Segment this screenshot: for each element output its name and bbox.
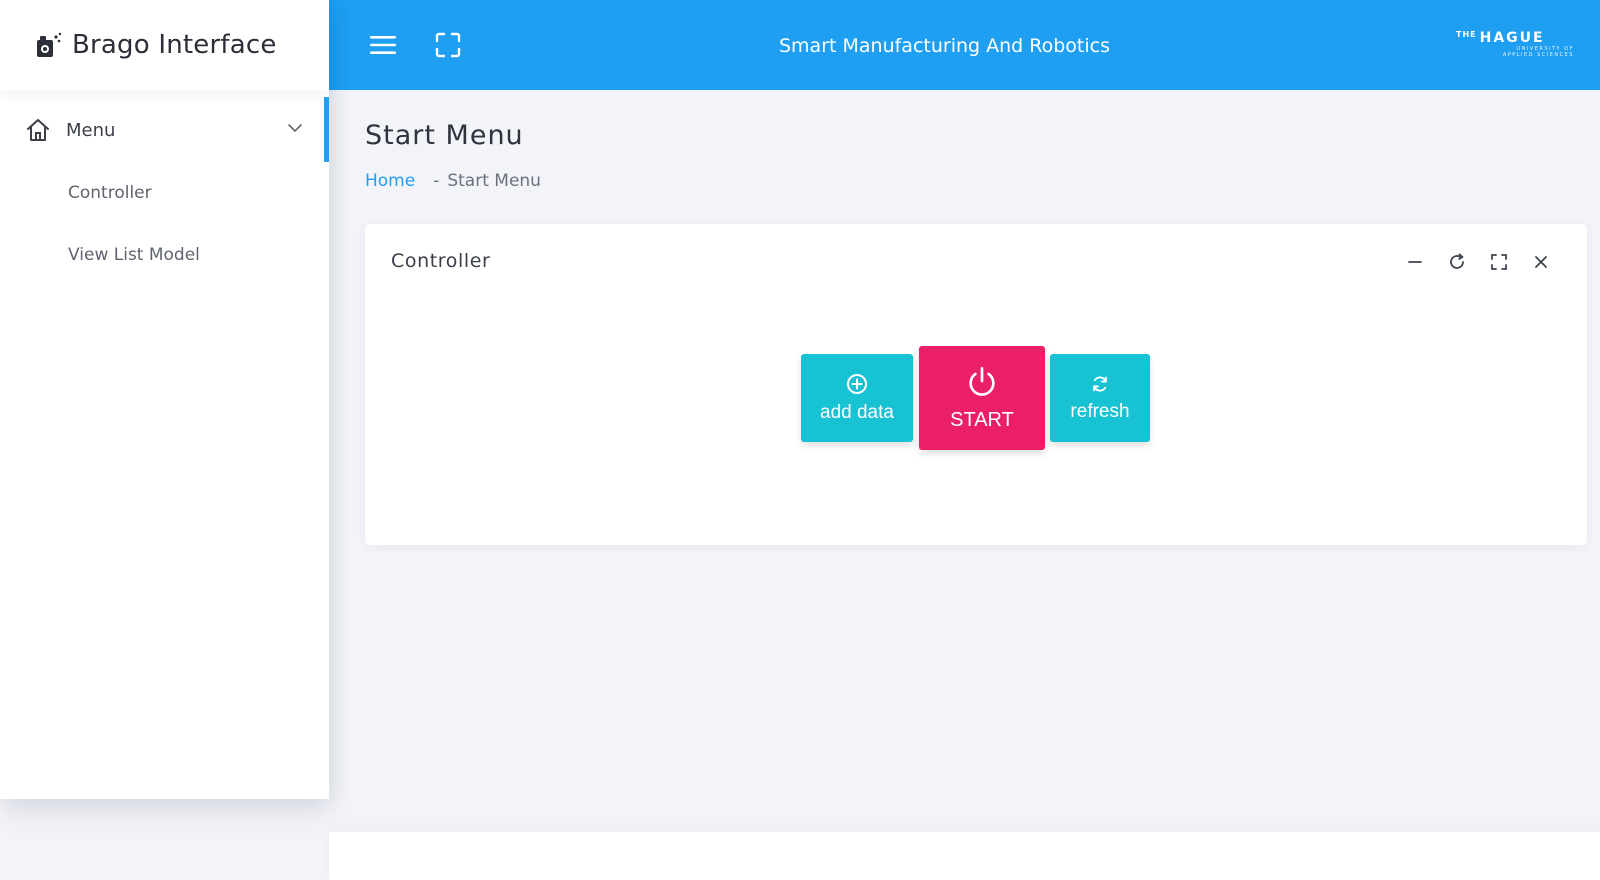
camera-sparkle-icon (37, 32, 62, 57)
controller-card: Controller add data START refresh (365, 224, 1587, 545)
add-data-label: add data (820, 402, 894, 423)
breadcrumb-separator: - (433, 171, 440, 191)
card-title: Controller (391, 250, 491, 272)
menu-icon[interactable] (369, 33, 397, 57)
page-title: Start Menu (365, 120, 524, 151)
fullscreen-icon[interactable] (1489, 252, 1509, 272)
sidebar: Brago Interface Menu Controller View Lis… (0, 0, 329, 799)
card-tools (1405, 252, 1551, 272)
start-label: START (950, 408, 1014, 431)
breadcrumb: Home - Start Menu (365, 171, 541, 191)
active-indicator (324, 97, 329, 162)
refresh-label: refresh (1070, 401, 1130, 422)
breadcrumb-current: Start Menu (447, 171, 541, 191)
top-header: Smart Manufacturing And Robotics THE HAGU… (329, 0, 1600, 90)
start-button[interactable]: START (919, 346, 1045, 450)
sidebar-item-view-list-model[interactable]: View List Model (0, 224, 329, 286)
sidebar-menu-label: Menu (66, 119, 116, 141)
expand-icon[interactable] (435, 32, 461, 58)
footer (329, 832, 1600, 880)
refresh-button[interactable]: refresh (1050, 354, 1150, 442)
sidebar-menu-toggle[interactable]: Menu (0, 112, 329, 148)
app-title: Smart Manufacturing And Robotics (778, 35, 1110, 57)
chevron-down-icon (288, 124, 302, 133)
close-icon[interactable] (1531, 252, 1551, 272)
add-data-button[interactable]: add data (801, 354, 913, 442)
refresh-icon (1093, 376, 1107, 392)
power-icon (969, 366, 995, 396)
plus-circle-icon (847, 374, 867, 394)
reload-icon[interactable] (1447, 252, 1467, 272)
sidebar-item-controller[interactable]: Controller (0, 162, 329, 224)
minus-icon[interactable] (1405, 252, 1425, 272)
home-icon (27, 119, 49, 141)
brand-title: Brago Interface (72, 30, 277, 60)
university-logo: THE HAGUE UNIVERSITY OF APPLIED SCIENCES (1456, 30, 1574, 58)
brand[interactable]: Brago Interface (0, 0, 329, 90)
breadcrumb-home-link[interactable]: Home (365, 171, 415, 191)
